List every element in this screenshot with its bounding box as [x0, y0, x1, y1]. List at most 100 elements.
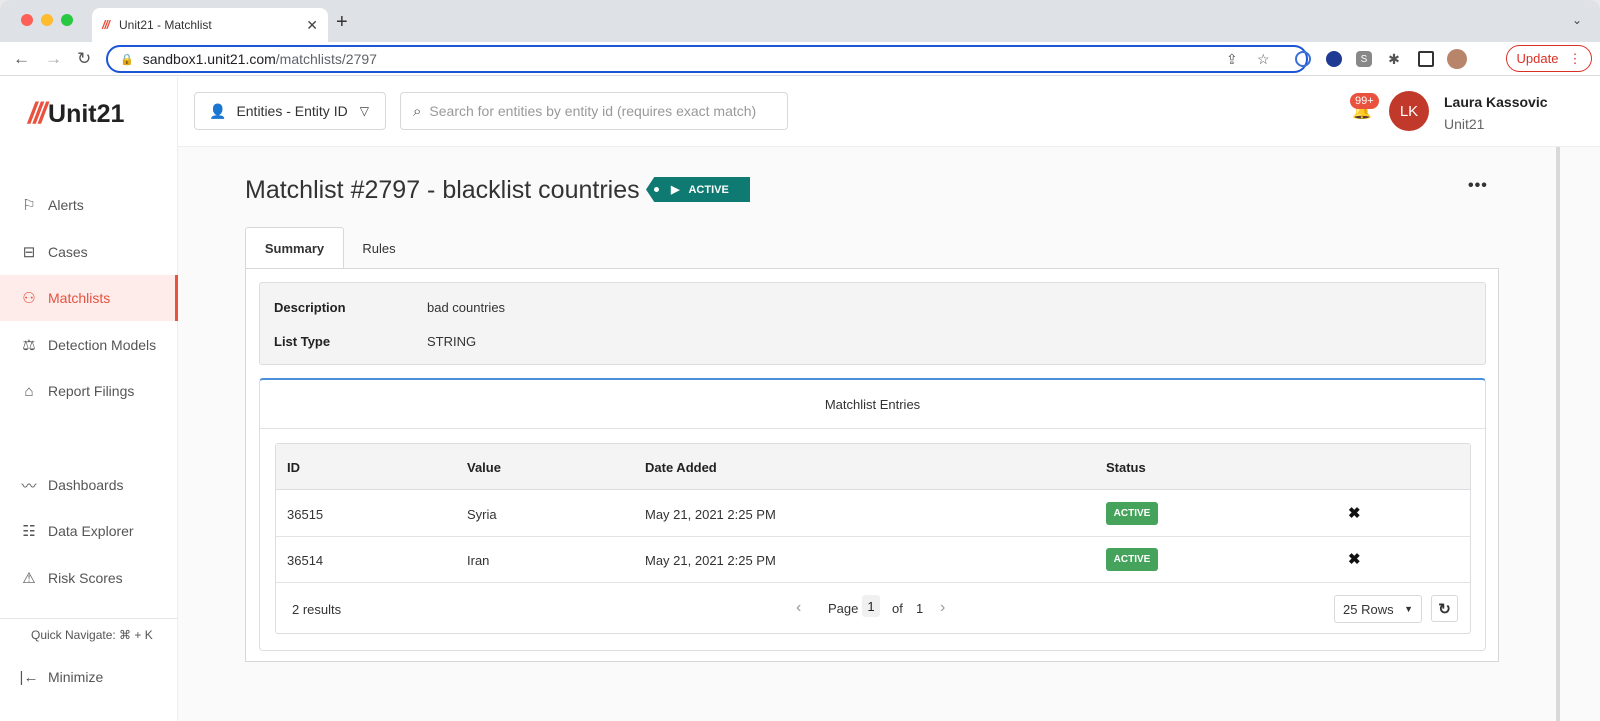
update-browser-button[interactable]: Update ⋮	[1506, 45, 1592, 72]
matchlist-entries-panel: Matchlist Entries ID Value Date Added St…	[259, 378, 1486, 651]
table-row[interactable]: 36514 Iran May 21, 2021 2:25 PM ACTIVE ✖	[276, 537, 1470, 583]
user-organization: Unit21	[1444, 116, 1485, 132]
topbar: 👤 Entities - Entity ID ▽ ⌕ 🔔 99+ LK Laur…	[178, 77, 1600, 147]
person-icon: 👤	[209, 102, 227, 119]
description-value: bad countries	[427, 300, 506, 315]
briefcase-icon: ⊟	[22, 244, 36, 261]
logo-slashes-icon: ///	[28, 97, 47, 130]
warning-icon: ⚠	[22, 570, 36, 587]
cell-id: 36514	[287, 553, 324, 568]
list-type-value: STRING	[427, 334, 477, 349]
tab-list-chevron-icon[interactable]: ⌄	[1572, 13, 1582, 27]
sidebar-item-label: Matchlists	[48, 290, 111, 306]
entity-search[interactable]: ⌕	[400, 92, 788, 130]
matchlist-details-panel: Description bad countries List Type STRI…	[259, 282, 1486, 365]
address-bar[interactable]: 🔒 sandbox1.unit21.com/matchlists/2797 ⇪ …	[106, 45, 1308, 73]
close-tab-icon[interactable]: ✕	[306, 17, 318, 34]
tab-rules[interactable]: Rules	[344, 227, 414, 269]
sidebar-item-label: Dashboards	[48, 477, 124, 493]
sidebar-item-risk-scores[interactable]: ⚠ Risk Scores	[0, 555, 178, 601]
user-avatar[interactable]: LK	[1389, 91, 1429, 131]
app-root: /// Unit21 ⚐ Alerts ⊟ Cases ⚇ Matchlists…	[0, 77, 1600, 721]
extension-1-icon[interactable]	[1295, 51, 1311, 67]
extension-3-icon[interactable]: S	[1356, 51, 1372, 67]
entries-table: ID Value Date Added Status 36515 Syria M…	[275, 443, 1471, 634]
sidebar-item-alerts[interactable]: ⚐ Alerts	[0, 182, 178, 228]
logo-text: Unit21	[48, 99, 125, 128]
cell-value: Iran	[467, 553, 490, 568]
bookmark-star-icon[interactable]: ☆	[1257, 51, 1270, 68]
sidebar-item-label: Cases	[48, 244, 88, 260]
cell-date-added: May 21, 2021 2:25 PM	[645, 507, 776, 522]
current-page-input[interactable]: 1	[862, 595, 880, 617]
notification-count-badge: 99+	[1350, 93, 1379, 109]
user-x-icon: ⚇	[22, 290, 36, 307]
rows-per-page-value: 25 Rows	[1343, 601, 1394, 617]
side-panel-icon[interactable]	[1418, 51, 1434, 67]
rows-per-page-select[interactable]: 25 Rows ▼	[1334, 595, 1422, 623]
entity-type-dropdown[interactable]: 👤 Entities - Entity ID ▽	[194, 92, 386, 130]
sidebar-item-dashboards[interactable]: 〰 Dashboards	[0, 462, 178, 508]
bank-icon: ⌂	[24, 382, 34, 400]
cell-id: 36515	[287, 507, 324, 522]
sidebar-item-detection-models[interactable]: ⚖ Detection Models	[0, 322, 178, 368]
play-icon: ▶	[671, 184, 680, 196]
sidebar-item-label: Alerts	[48, 197, 84, 213]
column-header-status[interactable]: Status	[1106, 460, 1146, 475]
browser-window: /// Unit21 - Matchlist ✕ + ⌄ ← → ↻ 🔒 san…	[0, 0, 1600, 721]
sidebar-item-label: Detection Models	[48, 337, 157, 353]
entity-type-value: Entities - Entity ID	[236, 103, 348, 119]
flag-icon: ⚐	[22, 197, 36, 214]
scale-icon: ⚖	[22, 337, 36, 354]
refresh-icon: ↻	[1438, 600, 1451, 618]
table-row[interactable]: 36515 Syria May 21, 2021 2:25 PM ACTIVE …	[276, 491, 1470, 537]
sidebar-item-label: Data Explorer	[48, 523, 134, 539]
column-header-id[interactable]: ID	[287, 460, 300, 475]
share-icon[interactable]: ⇪	[1226, 51, 1238, 68]
refresh-button[interactable]: ↻	[1431, 595, 1458, 622]
profile-avatar-icon[interactable]	[1447, 49, 1467, 69]
extension-2-icon[interactable]	[1326, 51, 1342, 67]
forward-arrow-icon[interactable]: →	[45, 49, 62, 69]
total-pages: 1	[916, 601, 924, 616]
close-window-button[interactable]	[21, 14, 33, 26]
new-tab-icon[interactable]: +	[336, 11, 348, 34]
entity-search-input[interactable]	[429, 103, 770, 119]
minimize-sidebar-button[interactable]: |← Minimize	[0, 654, 178, 700]
page-label: Page	[828, 601, 859, 616]
column-header-value[interactable]: Value	[467, 460, 501, 475]
status-text: ACTIVE	[688, 183, 729, 196]
quick-navigate-hint: Quick Navigate: ⌘ + K	[31, 628, 153, 642]
chevron-down-icon: ▽	[359, 104, 369, 118]
page-scrollbar[interactable]	[1556, 147, 1560, 721]
maximize-window-button[interactable]	[61, 14, 73, 26]
kebab-menu-icon: ⋮	[1568, 50, 1582, 66]
browser-tab[interactable]: /// Unit21 - Matchlist ✕	[92, 8, 328, 42]
sidebar-item-report-filings[interactable]: ⌂ Report Filings	[0, 368, 178, 414]
extensions-puzzle-icon[interactable]: ✱	[1386, 51, 1402, 67]
list-type-label: List Type	[274, 334, 331, 349]
prev-page-chevron-icon[interactable]: ‹	[796, 599, 801, 617]
description-label: Description	[274, 300, 346, 315]
reload-icon[interactable]: ↻	[77, 49, 91, 69]
caret-down-icon: ▼	[1404, 604, 1413, 614]
unit21-logo[interactable]: /// Unit21	[28, 97, 124, 131]
browser-tabstrip: /// Unit21 - Matchlist ✕ + ⌄	[0, 0, 1600, 42]
sidebar: /// Unit21 ⚐ Alerts ⊟ Cases ⚇ Matchlists…	[0, 77, 178, 721]
back-arrow-icon[interactable]: ←	[13, 49, 30, 69]
column-header-date-added[interactable]: Date Added	[645, 460, 717, 475]
sidebar-item-label: Report Filings	[48, 383, 135, 399]
delete-entry-icon[interactable]: ✖	[1348, 504, 1361, 522]
pagination-bar: 2 results ‹ Page 1 of 1 › 25 Rows ▼ ↻	[276, 584, 1470, 634]
browser-toolbar: ← → ↻ 🔒 sandbox1.unit21.com/matchlists/2…	[0, 42, 1600, 76]
sidebar-item-matchlists[interactable]: ⚇ Matchlists	[0, 275, 178, 321]
delete-entry-icon[interactable]: ✖	[1348, 550, 1361, 568]
more-options-icon[interactable]: •••	[1468, 177, 1488, 195]
next-page-chevron-icon[interactable]: ›	[940, 599, 945, 617]
sidebar-item-data-explorer[interactable]: ☷ Data Explorer	[0, 508, 178, 554]
page-title: Matchlist #2797 - blacklist countries	[245, 176, 640, 204]
sidebar-item-cases[interactable]: ⊟ Cases	[0, 229, 178, 275]
lock-icon: 🔒	[120, 53, 134, 66]
tab-summary[interactable]: Summary	[245, 227, 344, 269]
minimize-window-button[interactable]	[41, 14, 53, 26]
